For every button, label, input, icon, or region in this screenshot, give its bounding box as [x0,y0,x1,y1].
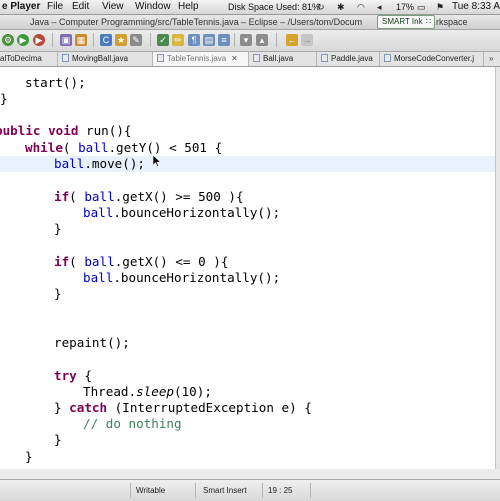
java-file-icon [253,54,260,62]
menu-view[interactable]: View [102,1,124,13]
editor-tabs: alToDecima MovingBall.java TableTennis.j… [0,52,500,67]
status-insert-mode[interactable]: Smart Insert [203,480,247,501]
tab-table-tennis[interactable]: TableTennis.java ✕ [153,52,249,66]
toolbar-divider [276,33,277,47]
toolbar-divider [93,33,94,47]
tab-label: TableTennis.java [167,54,227,63]
code-line: } [0,91,8,106]
code-line: } [54,221,62,236]
back-icon[interactable]: ← [286,34,298,46]
more-tabs-icon[interactable]: » [489,54,493,63]
smart-ink-toolbar[interactable]: SMART Ink ∷ [377,15,435,29]
new-java-project-icon[interactable]: ▣ [60,34,72,46]
wifi-icon[interactable]: ◠ [357,2,365,12]
code-line: ball.move(); [54,156,146,171]
menu-bar: e Player File Edit View Window Help Disk… [0,0,500,15]
edit-icon[interactable]: ✎ [130,34,142,46]
close-tab-icon[interactable]: ✕ [231,54,238,63]
tab-morse-code-converter[interactable]: MorseCodeConverter.j [380,52,484,66]
java-file-icon [157,54,164,62]
java-file-icon [321,54,328,62]
new-package-icon[interactable]: ▦ [75,34,87,46]
app-menu[interactable]: e Player [2,1,40,13]
menu-edit[interactable]: Edit [72,1,89,13]
toolbar-divider [234,33,235,47]
new-class-icon[interactable]: C [100,34,112,46]
battery-icon[interactable]: ▭ [417,2,426,12]
show-whitespace-icon[interactable]: ¶ [188,34,200,46]
tab-label: Paddle.java [331,54,373,63]
bluetooth-icon[interactable]: ✱ [337,2,345,12]
status-divider [310,483,311,498]
highlight-icon[interactable]: ✏ [172,34,184,46]
run-icon[interactable]: ▶ [17,34,29,46]
tab-ball[interactable]: Ball.java [249,52,317,66]
forward-icon[interactable]: → [301,34,313,46]
tab-label: MorseCodeConverter.j [394,54,475,63]
previous-annotation-icon[interactable]: ▴ [256,34,268,46]
volume-icon[interactable]: ◂ [377,2,382,12]
code-line: ball.bounceHorizontally(); [83,205,281,220]
vertical-scrollbar[interactable] [495,67,500,469]
code-line: while( ball.getY() < 501 { [25,140,223,155]
block-selection-icon[interactable]: ▤ [203,34,215,46]
menu-file[interactable]: File [47,1,63,13]
toolbar: ⚙ ▶ ▶ ▣ ▦ C ★ ✎ ✓ ✏ ¶ ▤ ≡ ▾ ▴ ← → [0,30,500,52]
code-line: public void run(){ [0,123,132,138]
status-divider [195,483,196,498]
status-bar: Writable Smart Insert 19 : 25 [0,479,500,501]
clock[interactable]: Tue 8:33 AM [452,1,500,13]
window-title: Java – Computer Programming/src/TableTen… [30,17,363,27]
menu-help[interactable]: Help [178,1,199,13]
external-tools-icon[interactable]: ▶ [33,34,45,46]
tab-al-to-decima[interactable]: alToDecima [0,52,58,66]
toolbar-divider [52,33,53,47]
flag-icon[interactable]: ⚑ [436,2,444,12]
status-cursor-position: 19 : 25 [268,486,293,495]
code-line: try { [54,368,92,383]
code-line: if( ball.getX() >= 500 ){ [54,189,244,204]
code-line: } [54,286,62,301]
toggle-mark-occurrences-icon[interactable]: ✓ [157,34,169,46]
status-writable: Writable [136,486,166,495]
tab-paddle[interactable]: Paddle.java [317,52,380,66]
menu-window[interactable]: Window [135,1,171,13]
status-divider [262,483,263,498]
code-line: // do nothing [83,416,182,431]
status-divider [130,483,131,498]
code-editor[interactable]: start(); } public void run(){ while( bal… [0,67,495,469]
word-wrap-icon[interactable]: ≡ [218,34,230,46]
code-line: if( ball.getX() <= 0 ){ [54,254,229,269]
debug-icon[interactable]: ⚙ [2,34,14,46]
code-line: } [54,432,62,447]
tab-label: MovingBall.java [72,54,129,63]
code-line: repaint(); [54,335,130,350]
code-line: start(); [25,75,86,90]
disk-space-indicator[interactable]: Disk Space Used: 81% [228,1,320,13]
editor-bottom-margin [0,469,500,479]
tab-moving-ball[interactable]: MovingBall.java [58,52,153,66]
smart-ink-label: SMART Ink [382,17,423,26]
code-line: } [25,449,33,464]
java-file-icon [62,54,69,62]
tab-label: alToDecima [0,54,42,63]
tab-label: Ball.java [263,54,294,63]
code-line: ball.bounceHorizontally(); [83,270,281,285]
toolbar-divider [150,33,151,47]
open-type-icon[interactable]: ★ [115,34,127,46]
grip-icon[interactable]: ∷ [426,16,431,28]
next-annotation-icon[interactable]: ▾ [240,34,252,46]
java-file-icon [384,54,391,62]
time-machine-icon[interactable]: ↻ [317,2,325,12]
code-line: } catch (InterruptedException e) { [54,400,312,415]
battery-percent[interactable]: 17% [396,1,414,13]
window-title-tail: rkspace [436,17,468,27]
code-line: Thread.sleep(10); [83,384,212,399]
